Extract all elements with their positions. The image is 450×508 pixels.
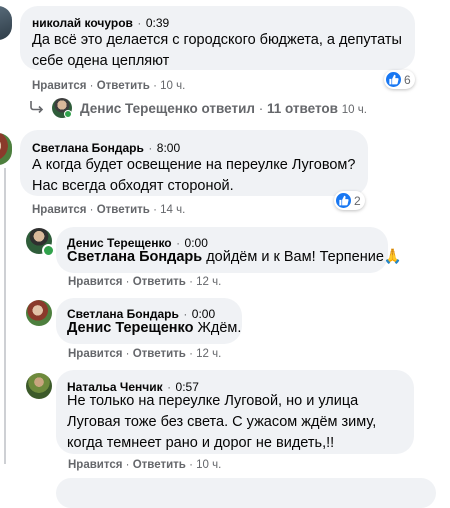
- pray-emoji: 🙏: [383, 249, 402, 265]
- reaction-number: 2: [354, 193, 361, 208]
- avatar-svetlana[interactable]: [0, 133, 12, 165]
- separator: ·: [148, 141, 153, 155]
- separator: ·: [89, 80, 94, 92]
- comment-age[interactable]: 12 ч.: [196, 276, 221, 288]
- like-icon: [336, 193, 351, 208]
- replied-verb: ответил: [201, 101, 255, 116]
- reaction-number: 6: [404, 72, 411, 87]
- comment-age[interactable]: 10 ч.: [196, 459, 221, 471]
- reply-link[interactable]: Ответить: [133, 348, 186, 360]
- like-link[interactable]: Нравится: [68, 348, 122, 360]
- reply-text: дойдём и к Вам! Терпение: [202, 249, 384, 265]
- reaction-count[interactable]: 6: [384, 70, 415, 89]
- avatar-svetlana-reply[interactable]: [26, 300, 52, 326]
- comment-text: А когда будет освещение на переулке Луго…: [32, 155, 355, 197]
- reply-bubble: Светлана Бондарь · 0:00 Денис Терещенко …: [56, 298, 242, 344]
- comment-actions: Нравится · Ответить · 14 ч.: [32, 204, 185, 216]
- online-indicator: [42, 244, 55, 257]
- comment-age[interactable]: 10 ч.: [160, 80, 185, 92]
- avatar-nikolay[interactable]: [0, 6, 12, 40]
- separator: ·: [137, 16, 142, 30]
- comment-time[interactable]: 0:39: [146, 16, 169, 30]
- comment-text: Светлана Бондарь дойдём и к Вам! Терпени…: [67, 247, 402, 268]
- comment-text-line: Нас всегда обходят стороной.: [32, 178, 234, 194]
- comment-text: Денис Терещенко Ждём.: [67, 318, 241, 339]
- like-link[interactable]: Нравится: [68, 276, 122, 288]
- comment-bubble: николай кочуров · 0:39 Да всё это делает…: [20, 6, 415, 70]
- comment-actions: Нравится · Ответить · 12 ч.: [68, 348, 221, 360]
- comment-text-line: когда темнеет рано и дорог не видеть,!!: [67, 435, 335, 451]
- separator: ·: [189, 459, 193, 471]
- separator: ·: [153, 204, 157, 216]
- mention-link[interactable]: Денис Терещенко: [67, 320, 193, 336]
- reply-link[interactable]: Ответить: [97, 80, 150, 92]
- comment-text: Да всё это делается с городского бюджета…: [32, 30, 402, 72]
- comment-text-line: Да всё это делается с городского бюджета…: [32, 32, 402, 48]
- separator: ·: [189, 276, 193, 288]
- comment-actions: Нравится · Ответить · 12 ч.: [68, 276, 221, 288]
- replies-age: 10 ч.: [341, 104, 367, 116]
- comment-age[interactable]: 14 ч.: [160, 204, 185, 216]
- separator: ·: [89, 204, 94, 216]
- reply-link[interactable]: Ответить: [133, 276, 186, 288]
- comment-text-line: А когда будет освещение на переулке Луго…: [32, 157, 356, 173]
- comment-actions: Нравится · Ответить · 10 ч.: [32, 80, 185, 92]
- comment-text-line: Не только на переулке Луговой, но и улиц…: [67, 393, 359, 409]
- like-link[interactable]: Нравится: [68, 459, 122, 471]
- reply-arrow-icon: [29, 100, 45, 119]
- comment-author[interactable]: николай кочуров: [32, 16, 133, 30]
- comment-text: Не только на переулке Луговой, но и улиц…: [67, 391, 376, 454]
- separator: ·: [125, 276, 130, 288]
- separator: ·: [258, 101, 264, 116]
- reply-link[interactable]: Ответить: [133, 459, 186, 471]
- avatar-natalia[interactable]: [26, 373, 52, 399]
- reply-bubble: Денис Терещенко · 0:00 Светлана Бондарь …: [56, 227, 402, 273]
- separator: ·: [125, 459, 130, 471]
- separator: ·: [189, 348, 193, 360]
- like-link[interactable]: Нравится: [32, 80, 86, 92]
- mention-link[interactable]: Светлана Бондарь: [67, 249, 202, 265]
- online-indicator: [64, 110, 72, 118]
- comment-text-line: Луговая тоже без света. С ужасом ждём зи…: [67, 414, 377, 430]
- replier-name: Денис Терещенко: [80, 101, 198, 116]
- comment-age[interactable]: 12 ч.: [196, 348, 221, 360]
- comment-text-line: себе одена цепляют: [32, 53, 170, 69]
- reply-text: Ждём.: [193, 320, 242, 336]
- comment-time[interactable]: 8:00: [157, 141, 180, 155]
- comment-bubble: Светлана Бондарь · 8:00 А когда будет ос…: [20, 130, 368, 196]
- like-link[interactable]: Нравится: [32, 204, 86, 216]
- reply-count: 11 ответов: [266, 101, 338, 116]
- reply-link[interactable]: Ответить: [97, 204, 150, 216]
- comment-actions: Нравится · Ответить · 10 ч.: [68, 459, 221, 471]
- replies-summary-link[interactable]: Денис Терещенко ответил · 11 ответов 10 …: [80, 101, 367, 116]
- thread-line: [4, 168, 6, 464]
- comment-author[interactable]: Светлана Бондарь: [32, 141, 144, 155]
- separator: ·: [125, 348, 130, 360]
- reaction-count[interactable]: 2: [334, 191, 365, 210]
- like-icon: [386, 72, 401, 87]
- separator: ·: [153, 80, 157, 92]
- reply-bubble: Натальа Ченчик · 0:57 Не только на переу…: [56, 370, 414, 454]
